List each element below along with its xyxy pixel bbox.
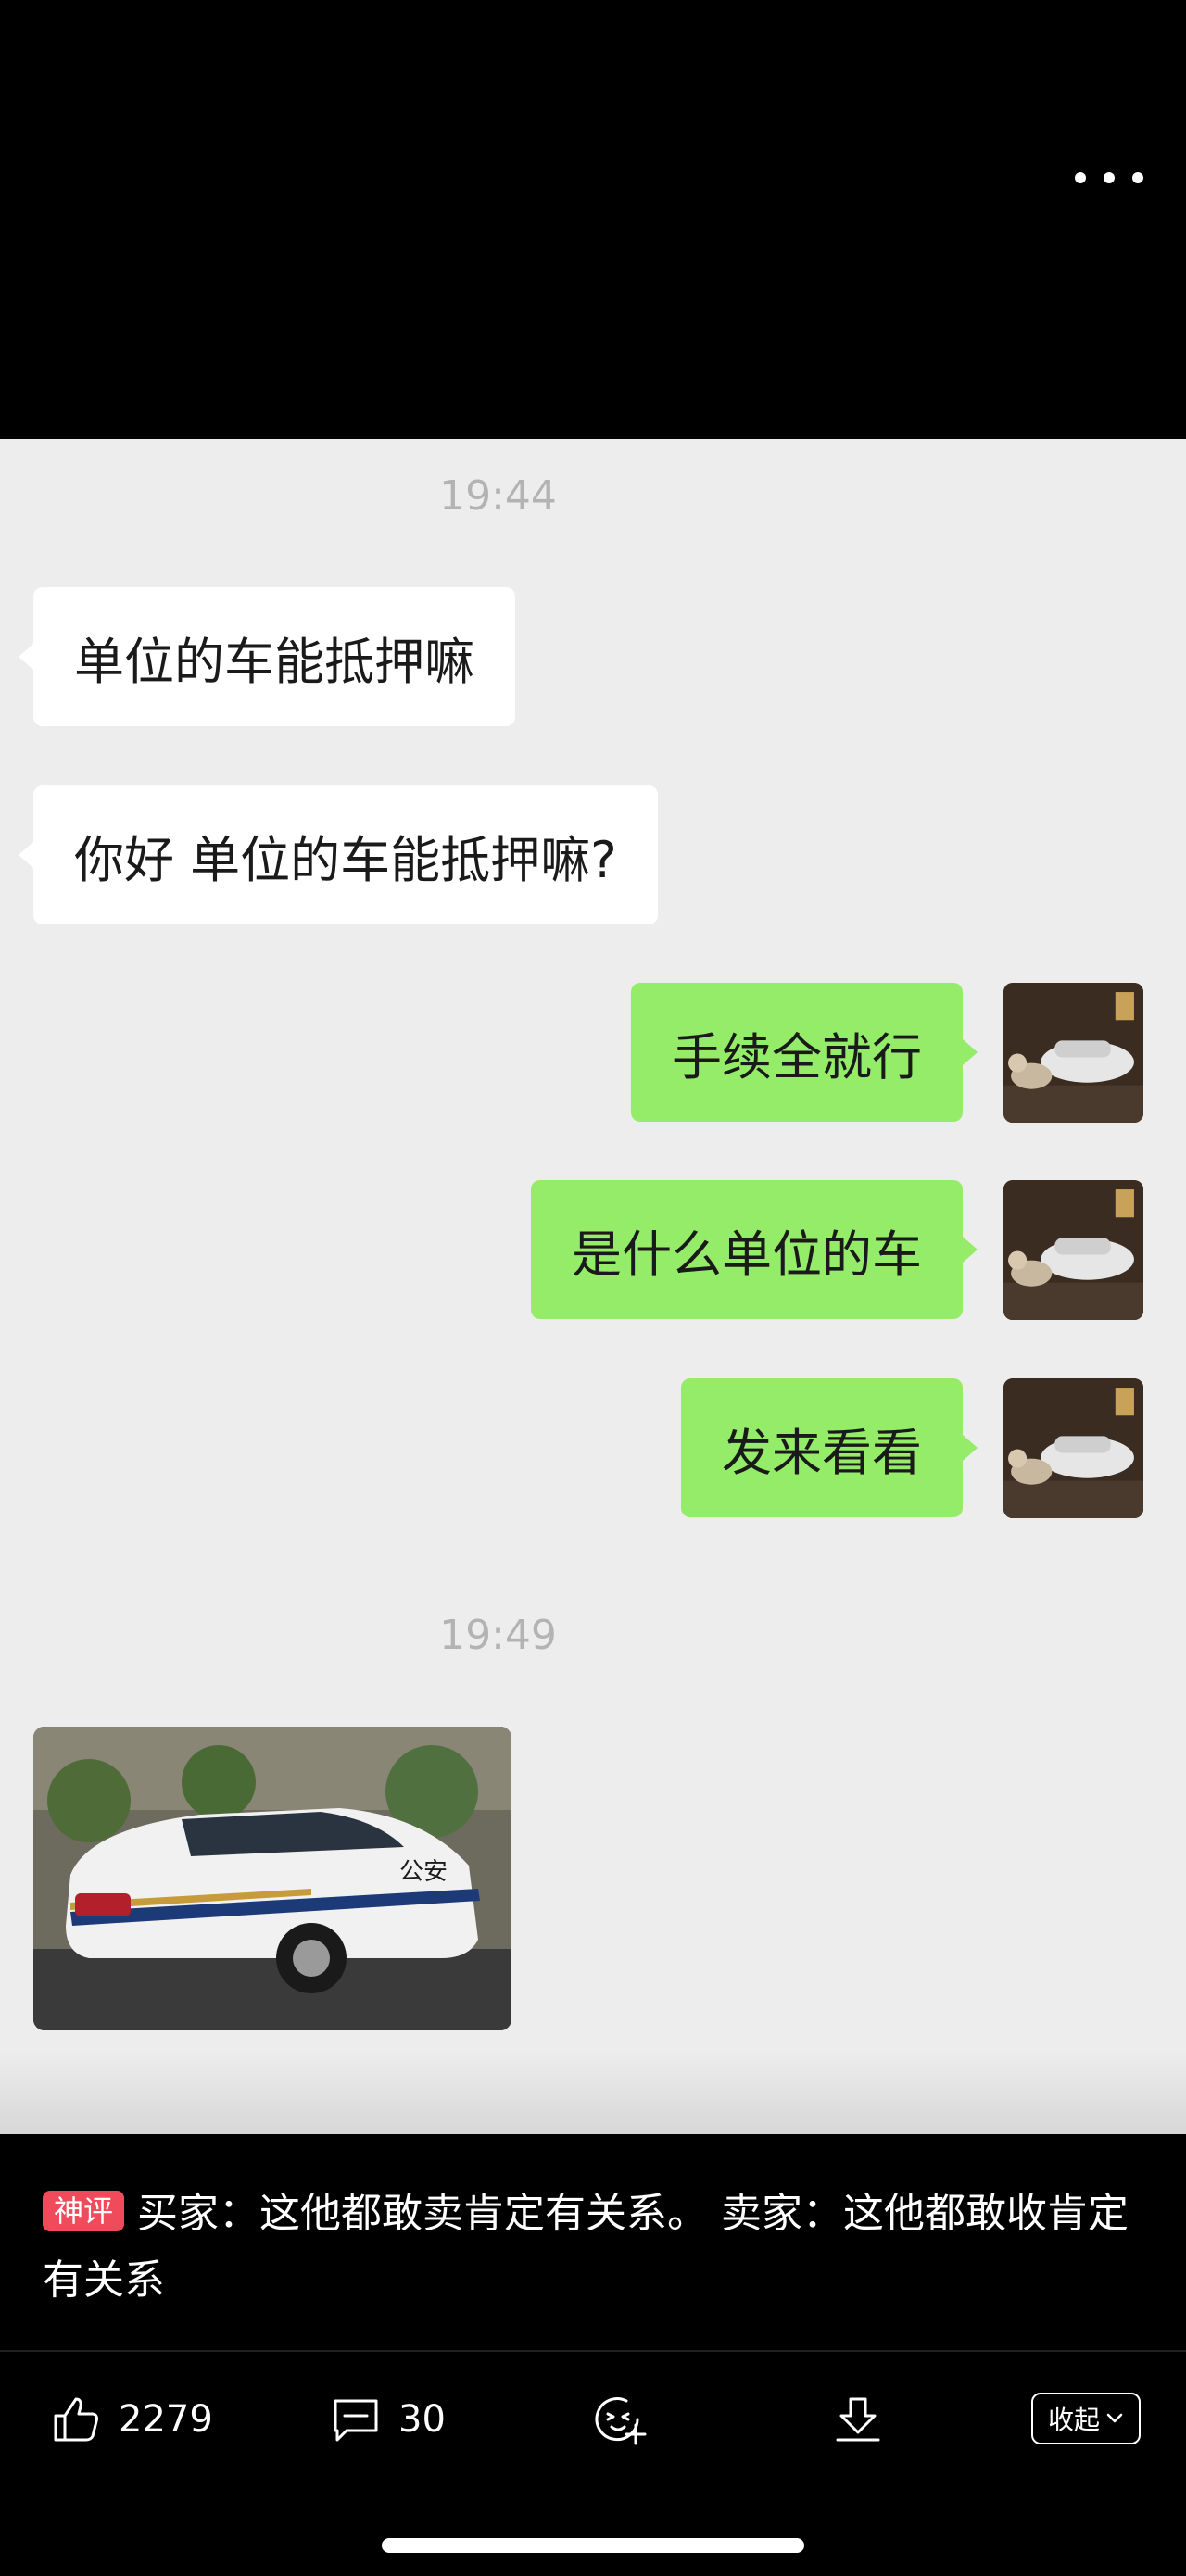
avatar-image [1003,983,1143,1123]
like-button[interactable]: 2279 [50,2385,213,2454]
like-count: 2279 [119,2398,213,2441]
download-button[interactable] [832,2385,884,2454]
outgoing-message: 发来看看 [681,1378,978,1517]
timestamp: 19:49 [439,1612,557,1659]
more-options-button[interactable] [1075,159,1143,196]
comment-button[interactable]: 30 [330,2385,446,2454]
comment-count: 30 [398,2398,446,2441]
chat-screenshot: 19:44 单位的车能抵押嘛 你好 单位的车能抵押嘛? 手续全就行 是什么单位的… [0,439,1186,2134]
download-icon [836,2397,880,2442]
message-text: 手续全就行 [672,1027,922,1087]
message-text: 发来看看 [722,1423,922,1482]
divider [0,2350,1186,2352]
avatar [1003,1180,1143,1320]
thumbs-up-icon [54,2397,98,2442]
hot-comment-badge: 神评 [43,2191,125,2231]
collapse-button[interactable]: 收起 [1031,2393,1141,2444]
chevron-down-icon [1106,2413,1123,2423]
outgoing-message: 手续全就行 [631,983,978,1122]
incoming-message: 单位的车能抵押嘛 [19,587,515,726]
avatar [1003,1378,1143,1518]
dot [1104,172,1115,183]
chat-fade [0,2051,1186,2134]
comment-text: 买家：这他都敢卖肯定有关系。 卖家：这他都敢收肯定有关系 [43,2190,1129,2304]
dot [1132,172,1143,183]
home-indicator[interactable] [382,2538,804,2553]
comment-icon [334,2399,378,2442]
outgoing-message: 是什么单位的车 [531,1180,978,1319]
police-car-image: 公安 [33,1727,511,2030]
timestamp: 19:44 [439,472,557,520]
police-car-photo: 公安 [33,1727,511,2030]
avatar-image [1003,1180,1143,1320]
dot [1075,172,1086,183]
avatar-image [1003,1378,1143,1518]
car-door-text: 公安 [399,1858,448,1886]
message-text: 是什么单位的车 [572,1225,922,1284]
message-text: 单位的车能抵押嘛 [74,632,474,691]
add-emoji-icon [595,2397,647,2445]
top-comment[interactable]: 神评 买家：这他都敢卖肯定有关系。 卖家：这他都敢收肯定有关系 [43,2180,1154,2314]
message-text: 你好 单位的车能抵押嘛? [74,830,617,889]
collapse-label: 收起 [1047,2405,1100,2435]
emoji-react-button[interactable] [591,2385,647,2454]
avatar [1003,983,1143,1123]
action-bar: 2279 30 收起 [0,2385,1186,2454]
incoming-message: 你好 单位的车能抵押嘛? [19,785,658,924]
